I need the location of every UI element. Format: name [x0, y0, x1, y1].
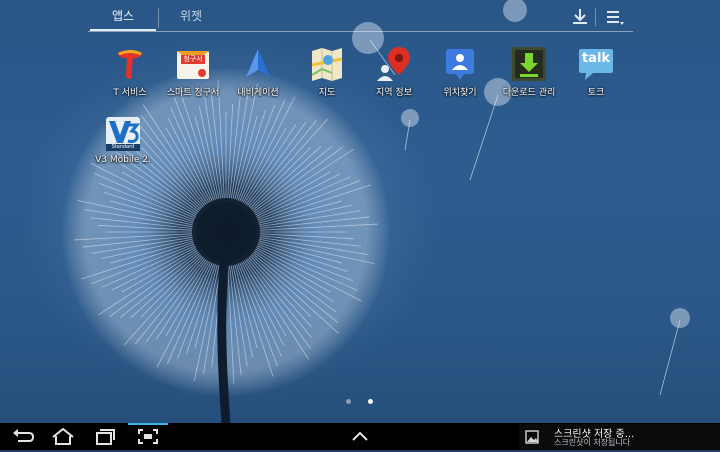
app-drawer-tabbar: 앱스 위젯	[0, 0, 720, 32]
download-icon	[573, 9, 587, 24]
image-icon	[525, 430, 539, 444]
smart-bill-icon-text: 청구서	[183, 55, 203, 63]
tab-widgets[interactable]: 위젯	[160, 6, 222, 28]
notification-subtitle: 스크린샷이 저장됩니다	[554, 438, 631, 447]
home-icon	[52, 427, 74, 445]
home-screen: 앱스 위젯 T 서비스 청구서 스마트 청구서 내비게이션 지도 지역 정보 위…	[0, 0, 720, 450]
tab-apps[interactable]: 앱스	[90, 6, 156, 28]
navigation-icon	[246, 49, 270, 77]
screenshot-notification[interactable]: 스크린샷 저장 중... 스크린샷이 저장됩니다	[519, 424, 720, 450]
recent-apps-icon	[96, 429, 115, 445]
download-button[interactable]	[567, 6, 593, 28]
expand-button[interactable]	[345, 425, 375, 448]
v3-icon-text: Standard	[111, 144, 135, 150]
local-info-icon	[377, 47, 410, 81]
app-v3-mobile[interactable]: Standard V3 Mobile 2.	[83, 115, 163, 177]
recent-apps-button[interactable]	[90, 425, 120, 448]
app-label: V3 Mobile 2.	[95, 155, 151, 165]
tab-divider	[158, 8, 159, 28]
talk-icon-text: talk	[581, 51, 611, 66]
app-label: 토크	[587, 88, 605, 98]
screen-capture-icon	[138, 429, 158, 444]
screen-capture-button[interactable]	[133, 425, 163, 448]
home-button[interactable]	[48, 425, 78, 448]
toolbar-divider	[595, 8, 596, 26]
back-icon	[13, 429, 35, 442]
page-indicator-2[interactable]	[368, 399, 373, 404]
download-manager-icon	[512, 47, 546, 81]
latitude-icon	[446, 49, 474, 80]
back-button[interactable]	[8, 425, 38, 448]
maps-icon	[311, 48, 343, 81]
menu-icon	[607, 11, 624, 25]
menu-button[interactable]	[601, 6, 627, 28]
screen-capture-highlight	[128, 423, 168, 425]
smart-bill-icon	[177, 51, 209, 79]
tabbar-baseline	[88, 31, 633, 32]
t-service-icon	[117, 50, 143, 79]
chevron-up-icon	[352, 431, 368, 441]
page-indicator-1[interactable]	[346, 399, 351, 404]
app-talk[interactable]: talk 토크	[556, 45, 636, 107]
